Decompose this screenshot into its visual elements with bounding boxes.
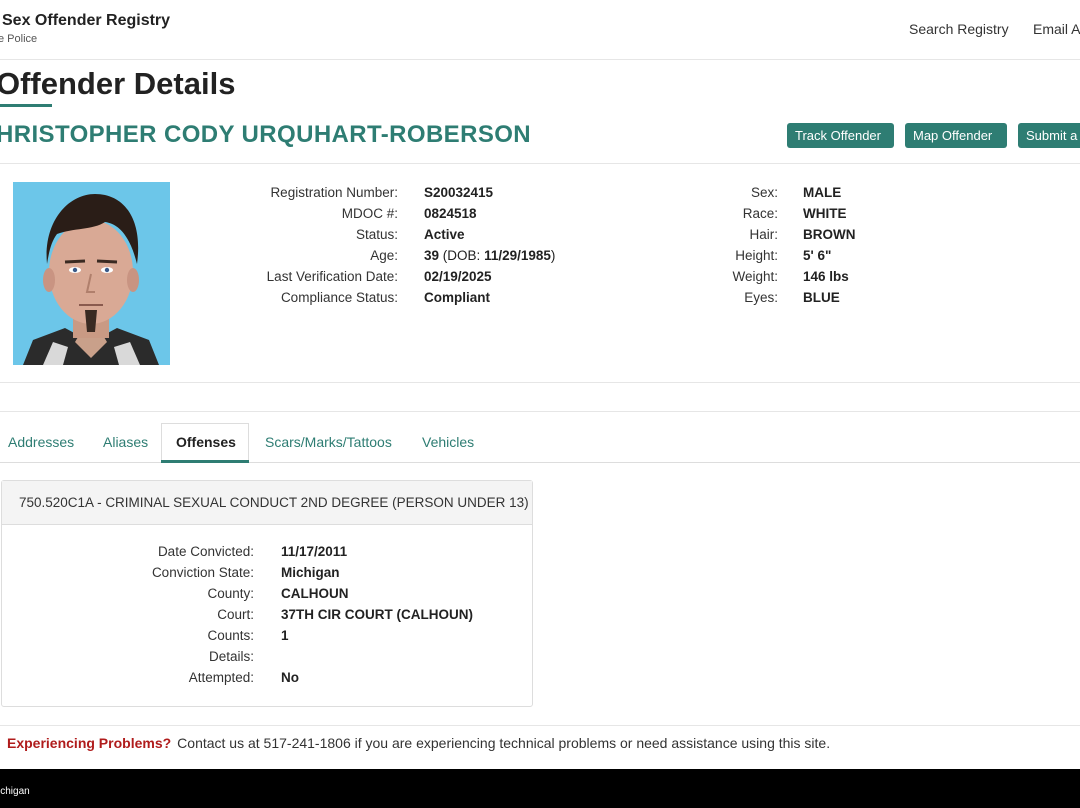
dob-value: 11/29/1985 [484,248,551,263]
submit-tip-button[interactable]: Submit a [1018,123,1080,148]
divider [0,411,1080,412]
attempted-value: No [281,670,299,685]
status-value: Active [424,227,465,242]
weight-label: Weight: [732,269,778,284]
eyes-label: Eyes: [744,290,778,305]
registration-number-label: Registration Number: [270,185,398,200]
problems-text: Contact us at 517-241-1806 if you are ex… [177,735,831,751]
date-convicted-label: Date Convicted: [157,544,254,559]
dob-prefix: (DOB: [442,248,485,263]
top-header: Sex Offender Registry e Police Search Re… [0,0,1080,60]
page-title: Offender Details [0,66,236,101]
status-label: Status: [355,227,398,242]
hair-value: BROWN [803,227,856,242]
tab-active-indicator [161,460,249,463]
offender-photo [13,182,170,365]
footer-text: ichigan [0,786,30,797]
tab-addresses[interactable]: Addresses [8,434,74,450]
eyes-value: BLUE [803,290,840,305]
divider [0,382,1080,383]
nav-email-alerts[interactable]: Email A [1033,21,1080,37]
race-label: Race: [742,206,778,221]
county-label: County: [207,586,254,601]
conviction-state-label: Conviction State: [151,565,254,580]
compliance-status-value: Compliant [424,290,490,305]
tab-vehicles[interactable]: Vehicles [422,434,474,450]
brand-subtitle: e Police [0,33,38,45]
hair-label: Hair: [749,227,778,242]
last-verification-label: Last Verification Date: [266,269,398,284]
last-verification-value: 02/19/2025 [424,269,492,284]
registration-number-value: S20032415 [424,185,494,200]
counts-label: Counts: [207,628,254,643]
counts-value: 1 [281,628,289,643]
height-label: Height: [735,248,778,263]
title-underline [0,104,52,107]
divider [0,163,1080,164]
conviction-state-value: Michigan [281,565,340,580]
attempted-label: Attempted: [188,670,254,685]
age-label: Age: [370,248,398,263]
mdoc-label: MDOC #: [341,206,398,221]
brand-title[interactable]: Sex Offender Registry [2,12,170,30]
court-label: Court: [217,607,254,622]
offense-card: 750.520C1A - CRIMINAL SEXUAL CONDUCT 2ND… [1,480,533,707]
tab-aliases[interactable]: Aliases [103,434,148,450]
weight-value: 146 lbs [803,269,849,284]
county-value: CALHOUN [281,586,349,601]
mdoc-value: 0824518 [424,206,477,221]
problems-label: Experiencing Problems? [7,735,172,751]
dob-suffix: ) [550,248,556,263]
height-value: 5' 6" [803,248,832,263]
experiencing-problems: Experiencing Problems? Contact us at 517-… [7,735,830,751]
age-number: 39 [424,248,440,263]
nav-search-registry[interactable]: Search Registry [909,21,1009,37]
age-value: 39 (DOB: 11/29/1985) [424,248,555,263]
offense-card-header: 750.520C1A - CRIMINAL SEXUAL CONDUCT 2ND… [2,481,532,525]
details-label: Details: [208,649,254,664]
sex-label: Sex: [750,185,778,200]
offender-name: HRISTOPHER CODY URQUHART-ROBERSON [0,121,532,148]
offense-title: 750.520C1A - CRIMINAL SEXUAL CONDUCT 2ND… [19,495,529,510]
court-value: 37TH CIR COURT (CALHOUN) [281,607,473,622]
date-convicted-value: 11/17/2011 [281,544,348,559]
divider [0,725,1080,726]
tab-offenses[interactable]: Offenses [176,434,236,450]
compliance-status-label: Compliance Status: [280,290,398,305]
sex-value: MALE [803,185,842,200]
track-offender-button[interactable]: Track Offender [787,123,894,148]
race-value: WHITE [803,206,847,221]
footer: ichigan [0,769,1080,808]
map-offender-button[interactable]: Map Offender [905,123,1007,148]
tab-scars-marks-tattoos[interactable]: Scars/Marks/Tattoos [265,434,392,450]
